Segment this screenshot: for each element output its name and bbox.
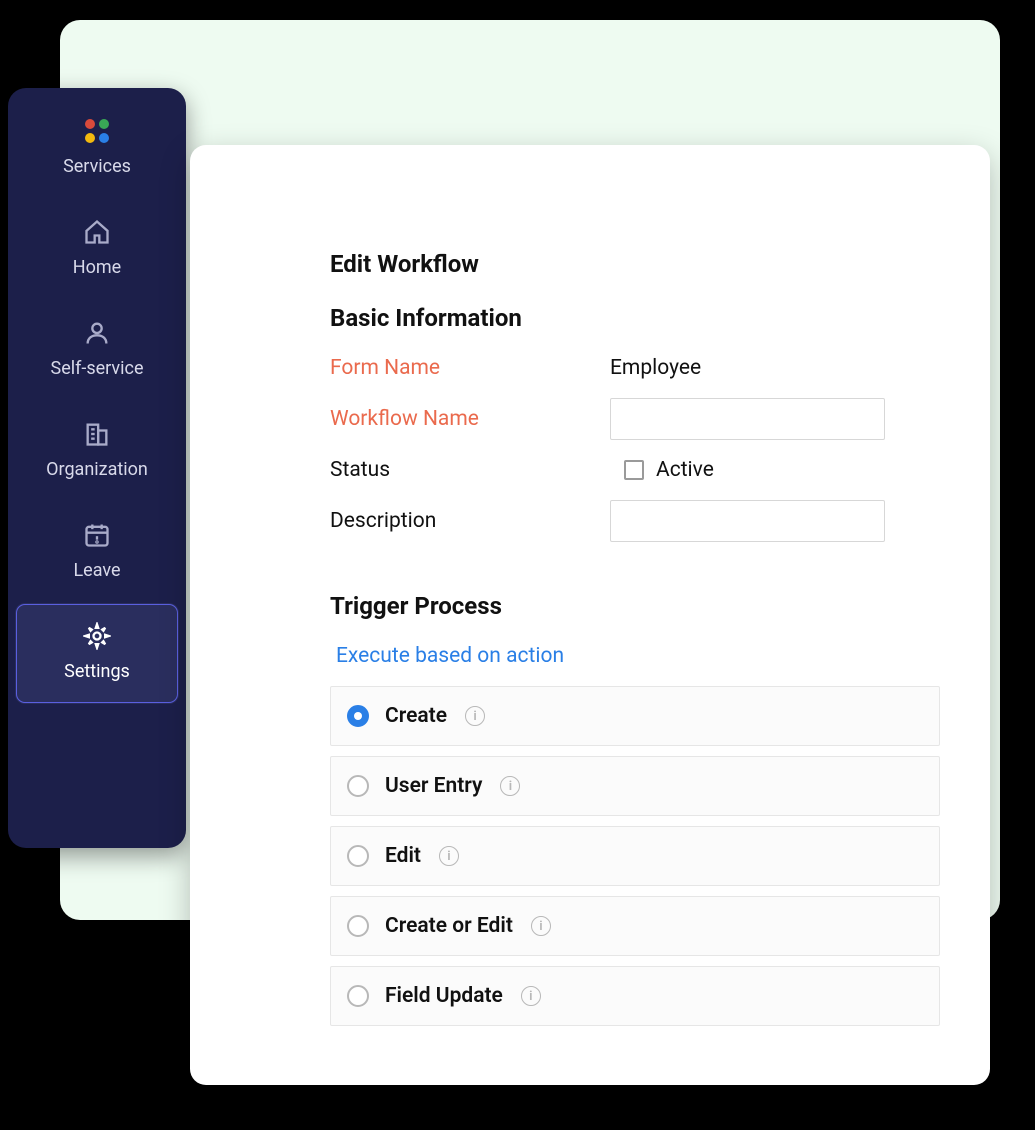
sidebar-item-settings[interactable]: Settings: [15, 603, 179, 704]
person-icon: [82, 318, 112, 348]
radio-label: Edit: [385, 844, 421, 868]
radio-icon: [347, 775, 369, 797]
page-title: Edit Workflow: [330, 250, 940, 278]
row-form-name: Form Name Employee: [330, 356, 940, 380]
trigger-option-field-update[interactable]: Field Update i: [330, 966, 940, 1026]
execute-based-on-action-link[interactable]: Execute based on action: [336, 644, 940, 668]
sidebar-item-self-service[interactable]: Self-service: [8, 300, 186, 401]
radio-icon: [347, 985, 369, 1007]
radio-label: User Entry: [385, 774, 482, 798]
radio-icon: [347, 705, 369, 727]
status-active-label: Active: [656, 458, 714, 482]
row-workflow-name: Workflow Name: [330, 398, 940, 440]
label-form-name: Form Name: [330, 356, 610, 380]
sidebar-item-leave[interactable]: Leave: [8, 502, 186, 603]
trigger-option-create[interactable]: Create i: [330, 686, 940, 746]
label-status: Status: [330, 458, 610, 482]
gear-icon: [82, 621, 112, 651]
main-panel: Edit Workflow Basic Information Form Nam…: [190, 145, 990, 1085]
apps-icon: [82, 116, 112, 146]
status-active-checkbox[interactable]: [624, 460, 644, 480]
trigger-option-create-or-edit[interactable]: Create or Edit i: [330, 896, 940, 956]
sidebar: Services Home Self-service Organization …: [8, 88, 186, 848]
description-input[interactable]: [610, 500, 885, 542]
label-workflow-name: Workflow Name: [330, 407, 610, 431]
section-basic-info: Basic Information: [330, 304, 940, 332]
label-description: Description: [330, 509, 610, 533]
sidebar-item-label: Leave: [73, 560, 120, 581]
workflow-name-input[interactable]: [610, 398, 885, 440]
sidebar-item-label: Settings: [64, 661, 130, 682]
radio-label: Create: [385, 704, 447, 728]
row-status: Status Active: [330, 458, 940, 482]
sidebar-item-home[interactable]: Home: [8, 199, 186, 300]
building-icon: [82, 419, 112, 449]
radio-icon: [347, 845, 369, 867]
trigger-options: Create i User Entry i Edit i Create or E…: [330, 686, 940, 1026]
radio-label: Field Update: [385, 984, 503, 1008]
sidebar-item-services[interactable]: Services: [8, 98, 186, 199]
radio-label: Create or Edit: [385, 914, 513, 938]
trigger-option-edit[interactable]: Edit i: [330, 826, 940, 886]
home-icon: [82, 217, 112, 247]
info-icon[interactable]: i: [500, 776, 520, 796]
sidebar-item-organization[interactable]: Organization: [8, 401, 186, 502]
calendar-icon: [82, 520, 112, 550]
sidebar-item-label: Organization: [46, 459, 148, 480]
info-icon[interactable]: i: [531, 916, 551, 936]
row-description: Description: [330, 500, 940, 542]
info-icon[interactable]: i: [439, 846, 459, 866]
section-trigger-process: Trigger Process: [330, 592, 940, 620]
sidebar-item-label: Self-service: [51, 358, 144, 379]
info-icon[interactable]: i: [465, 706, 485, 726]
trigger-option-user-entry[interactable]: User Entry i: [330, 756, 940, 816]
info-icon[interactable]: i: [521, 986, 541, 1006]
sidebar-item-label: Services: [63, 156, 131, 177]
radio-icon: [347, 915, 369, 937]
value-form-name: Employee: [610, 356, 701, 380]
sidebar-item-label: Home: [73, 257, 121, 278]
